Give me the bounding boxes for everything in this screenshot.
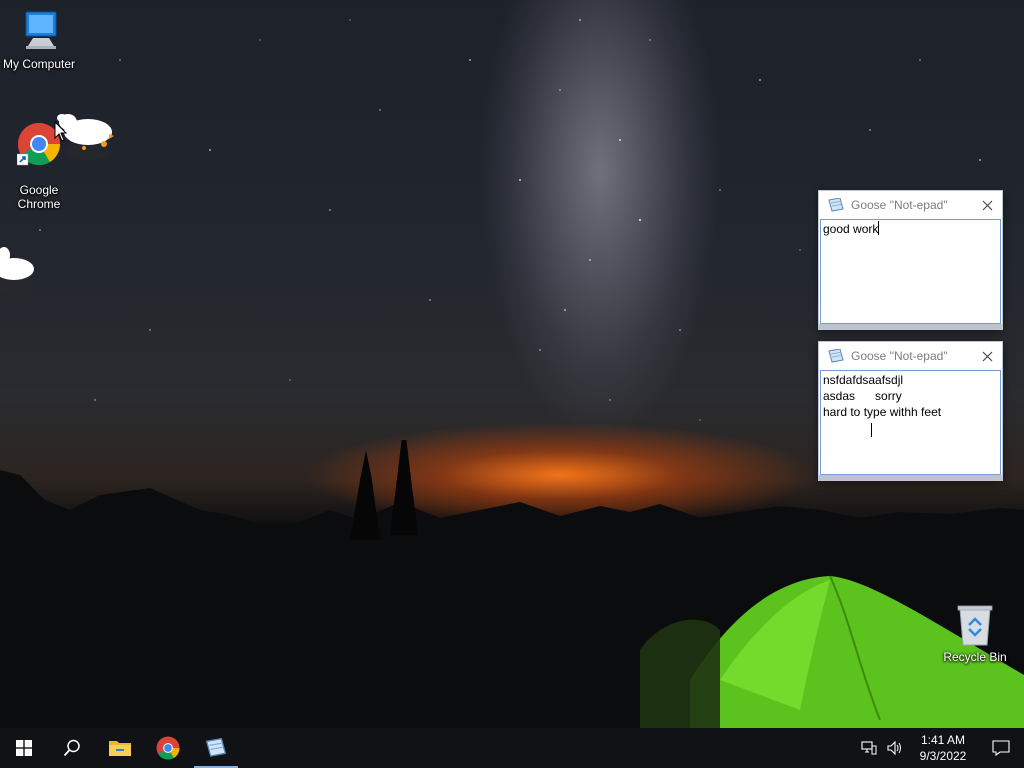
taskbar-file-explorer[interactable] — [96, 728, 144, 768]
network-icon — [861, 741, 877, 755]
goose-notepad-window[interactable]: Goose "Not-epad" nsfdafdsaafsdjl asdas s… — [818, 341, 1003, 481]
taskbar: 1:41 AM 9/3/2022 — [0, 728, 1024, 768]
system-tray: 1:41 AM 9/3/2022 — [856, 728, 1024, 768]
start-button[interactable] — [0, 728, 48, 768]
window-titlebar[interactable]: Goose "Not-epad" — [819, 191, 1002, 219]
window-footer — [819, 324, 1002, 329]
taskbar-chrome[interactable] — [144, 728, 192, 768]
desktop-goose[interactable] — [0, 245, 40, 299]
desktop-icon-my-computer[interactable]: My Computer — [0, 10, 78, 71]
desktop-icon-label: My Computer — [2, 57, 76, 71]
window-title: Goose "Not-epad" — [851, 198, 948, 212]
notification-icon — [992, 740, 1010, 756]
file-explorer-icon — [109, 741, 131, 756]
desktop-icon-label: Recycle Bin — [943, 650, 1007, 664]
chrome-icon — [156, 736, 180, 760]
clock-date: 9/3/2022 — [919, 749, 967, 763]
recycle-bin-icon — [957, 605, 993, 646]
network-button[interactable] — [856, 728, 882, 768]
close-icon — [982, 351, 992, 361]
window-titlebar[interactable]: Goose "Not-epad" — [819, 342, 1002, 370]
clock[interactable]: 1:41 AM 9/3/2022 — [908, 732, 978, 764]
window-footer — [819, 475, 1002, 480]
text-caret — [878, 221, 880, 235]
desktop-icon-recycle-bin[interactable]: Recycle Bin — [936, 603, 1014, 664]
mouse-cursor-icon — [54, 121, 68, 142]
close-button[interactable] — [972, 342, 1002, 370]
goose-notepad-window[interactable]: Goose "Not-epad" good work — [818, 190, 1003, 330]
note-text-area[interactable]: good work — [820, 219, 1001, 324]
text-caret — [871, 423, 872, 437]
computer-icon — [25, 11, 57, 49]
desktop-icon-label: Google Chrome — [17, 183, 61, 211]
window-title: Goose "Not-epad" — [851, 349, 948, 363]
clock-time: 1:41 AM — [920, 733, 966, 747]
volume-icon — [887, 741, 901, 755]
close-button[interactable] — [972, 191, 1002, 219]
start-icon — [16, 740, 32, 756]
taskbar-goose-notepad[interactable] — [192, 728, 240, 768]
note-text: good work — [823, 222, 879, 236]
close-icon — [982, 200, 992, 210]
mountain-silhouette — [0, 440, 1024, 728]
notepad-icon — [828, 349, 844, 363]
notepad-icon — [205, 738, 227, 757]
search-icon — [63, 739, 80, 757]
notepad-icon — [828, 198, 844, 212]
action-center-button[interactable] — [978, 728, 1024, 768]
note-text-area[interactable]: nsfdafdsaafsdjl asdas sorry hard to type… — [820, 370, 1001, 475]
note-text: nsfdafdsaafsdjl asdas sorry hard to type… — [823, 373, 942, 419]
volume-button[interactable] — [882, 728, 908, 768]
search-button[interactable] — [48, 728, 96, 768]
